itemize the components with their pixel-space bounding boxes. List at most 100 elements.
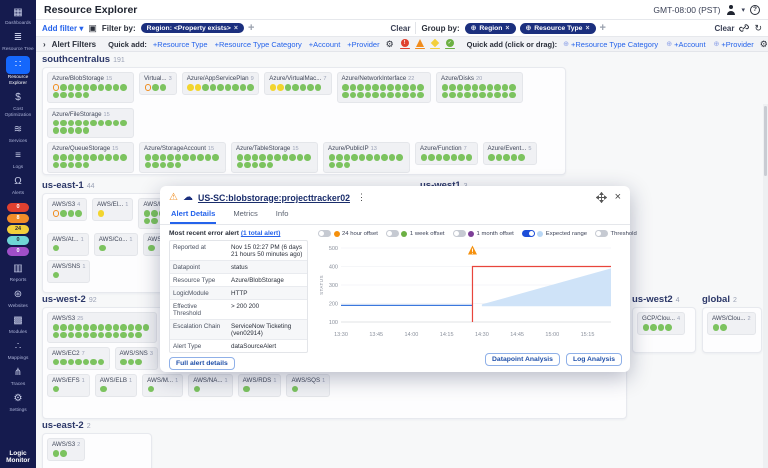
- healthy-dot[interactable]: [494, 84, 501, 91]
- healthy-dot[interactable]: [190, 154, 197, 161]
- toggle-switch[interactable]: [453, 230, 466, 237]
- toggle-switch[interactable]: [522, 230, 535, 237]
- healthy-dot[interactable]: [120, 84, 127, 91]
- alert-count-badge[interactable]: 24: [7, 225, 29, 234]
- healthy-dot[interactable]: [100, 386, 107, 393]
- healthy-dot[interactable]: [83, 120, 90, 127]
- healthy-dot[interactable]: [75, 324, 82, 331]
- healthy-dot[interactable]: [160, 84, 167, 91]
- healthy-dot[interactable]: [68, 120, 75, 127]
- healthy-dot[interactable]: [472, 92, 479, 99]
- healthy-dot[interactable]: [410, 92, 417, 99]
- sidebar-item-reports[interactable]: ▥Reports: [0, 261, 36, 284]
- resource-tile[interactable]: Azure/AppServicePlan9: [182, 72, 260, 95]
- healthy-dot[interactable]: [113, 84, 120, 91]
- sidebar-item-websites[interactable]: ⊛Websites: [0, 287, 36, 310]
- healthy-dot[interactable]: [442, 84, 449, 91]
- healthy-dot[interactable]: [494, 92, 501, 99]
- healthy-dot[interactable]: [113, 120, 120, 127]
- resource-tile[interactable]: AWS/S32: [47, 438, 85, 461]
- sidebar-item-cost-optimization[interactable]: $Cost Optimization: [0, 90, 36, 119]
- resource-tile[interactable]: Azure/QueueStorage15: [47, 142, 134, 173]
- user-avatar-icon[interactable]: [725, 4, 736, 15]
- healthy-dot[interactable]: [135, 332, 142, 339]
- warning-dot[interactable]: [187, 84, 194, 91]
- clear-filters-button[interactable]: Clear: [390, 24, 410, 33]
- healthy-dot[interactable]: [442, 92, 449, 99]
- scrollbar-thumb[interactable]: [764, 106, 767, 176]
- healthy-dot[interactable]: [75, 154, 82, 161]
- alert-filters-chevron-icon[interactable]: ›: [43, 40, 46, 49]
- healthy-dot[interactable]: [464, 92, 471, 99]
- healthy-dot[interactable]: [113, 332, 120, 339]
- healthy-dot[interactable]: [365, 84, 372, 91]
- healthy-dot[interactable]: [509, 92, 516, 99]
- healthy-dot[interactable]: [282, 154, 289, 161]
- healthy-dot[interactable]: [458, 154, 465, 161]
- healthy-dot[interactable]: [144, 210, 151, 217]
- resource-tile[interactable]: AWS/RDS1: [238, 374, 282, 397]
- healthy-dot[interactable]: [75, 120, 82, 127]
- healthy-dot[interactable]: [344, 154, 351, 161]
- healthy-dot[interactable]: [98, 332, 105, 339]
- healthy-dot[interactable]: [90, 324, 97, 331]
- share-link-icon[interactable]: [739, 23, 749, 33]
- healthy-dot[interactable]: [217, 84, 224, 91]
- healthy-dot[interactable]: [518, 154, 525, 161]
- healthy-dot[interactable]: [53, 332, 60, 339]
- healthy-dot[interactable]: [509, 84, 516, 91]
- resource-tile[interactable]: Azure/PublicIP13: [323, 142, 410, 173]
- healthy-dot[interactable]: [120, 154, 127, 161]
- healthy-dot[interactable]: [75, 359, 82, 366]
- severity-cleared-icon[interactable]: ✓: [445, 39, 455, 50]
- healthy-dot[interactable]: [105, 324, 112, 331]
- sidebar-item-traces[interactable]: ⋔Traces: [0, 365, 36, 388]
- healthy-dot[interactable]: [300, 84, 307, 91]
- healthy-dot[interactable]: [665, 324, 672, 331]
- sidebar-item-dashboards[interactable]: ▦Dashboards: [0, 4, 36, 27]
- healthy-dot[interactable]: [151, 210, 158, 217]
- healthy-dot[interactable]: [197, 154, 204, 161]
- full-alert-details-button[interactable]: Full alert details: [169, 357, 235, 370]
- log-analysis-button[interactable]: Log Analysis: [566, 353, 622, 366]
- resource-tile[interactable]: Azure/Function7: [415, 142, 478, 165]
- healthy-dot[interactable]: [83, 162, 90, 169]
- toggle-1-month-offset[interactable]: 1 month offset: [453, 230, 514, 237]
- resource-tile[interactable]: Azure/Event...5: [483, 142, 537, 165]
- healthy-dot[interactable]: [75, 92, 82, 99]
- healthy-dot[interactable]: [143, 324, 150, 331]
- healthy-dot[interactable]: [329, 154, 336, 161]
- healthy-dot[interactable]: [60, 359, 67, 366]
- healthy-dot[interactable]: [98, 120, 105, 127]
- healthy-dot[interactable]: [135, 324, 142, 331]
- healthy-dot[interactable]: [487, 92, 494, 99]
- healthy-dot[interactable]: [90, 154, 97, 161]
- healthy-dot[interactable]: [372, 84, 379, 91]
- resource-tile[interactable]: AWS/ELB1: [95, 374, 137, 397]
- healthy-dot[interactable]: [212, 154, 219, 161]
- healthy-dot[interactable]: [350, 84, 357, 91]
- healthy-dot[interactable]: [210, 84, 217, 91]
- sidebar-item-services[interactable]: ≋Services: [0, 122, 36, 145]
- healthy-dot[interactable]: [120, 120, 127, 127]
- alert-count-badge[interactable]: 0: [7, 236, 29, 245]
- healthy-dot[interactable]: [237, 162, 244, 169]
- alert-count-badge[interactable]: 0: [7, 203, 29, 212]
- healthy-dot[interactable]: [152, 84, 159, 91]
- toggle-threshold[interactable]: Threshold: [595, 230, 637, 237]
- healthy-dot[interactable]: [152, 162, 159, 169]
- healthy-dot[interactable]: [68, 84, 75, 91]
- sidebar-item-mappings[interactable]: ∴Mappings: [0, 339, 36, 362]
- healthy-dot[interactable]: [167, 162, 174, 169]
- tab-alert-details[interactable]: Alert Details: [170, 206, 216, 224]
- healthy-dot[interactable]: [75, 162, 82, 169]
- healthy-dot[interactable]: [464, 84, 471, 91]
- healthy-dot[interactable]: [243, 386, 250, 393]
- healthy-dot[interactable]: [658, 324, 665, 331]
- resource-tile[interactable]: Azure/TableStorage15: [231, 142, 318, 173]
- total-alert-link[interactable]: (1 total alert): [241, 230, 281, 237]
- healthy-dot[interactable]: [175, 162, 182, 169]
- sidebar-item-alerts[interactable]: ΩAlerts: [0, 174, 36, 197]
- quick-add-drag-link[interactable]: ⊕+Provider: [714, 40, 754, 49]
- healthy-dot[interactable]: [68, 92, 75, 99]
